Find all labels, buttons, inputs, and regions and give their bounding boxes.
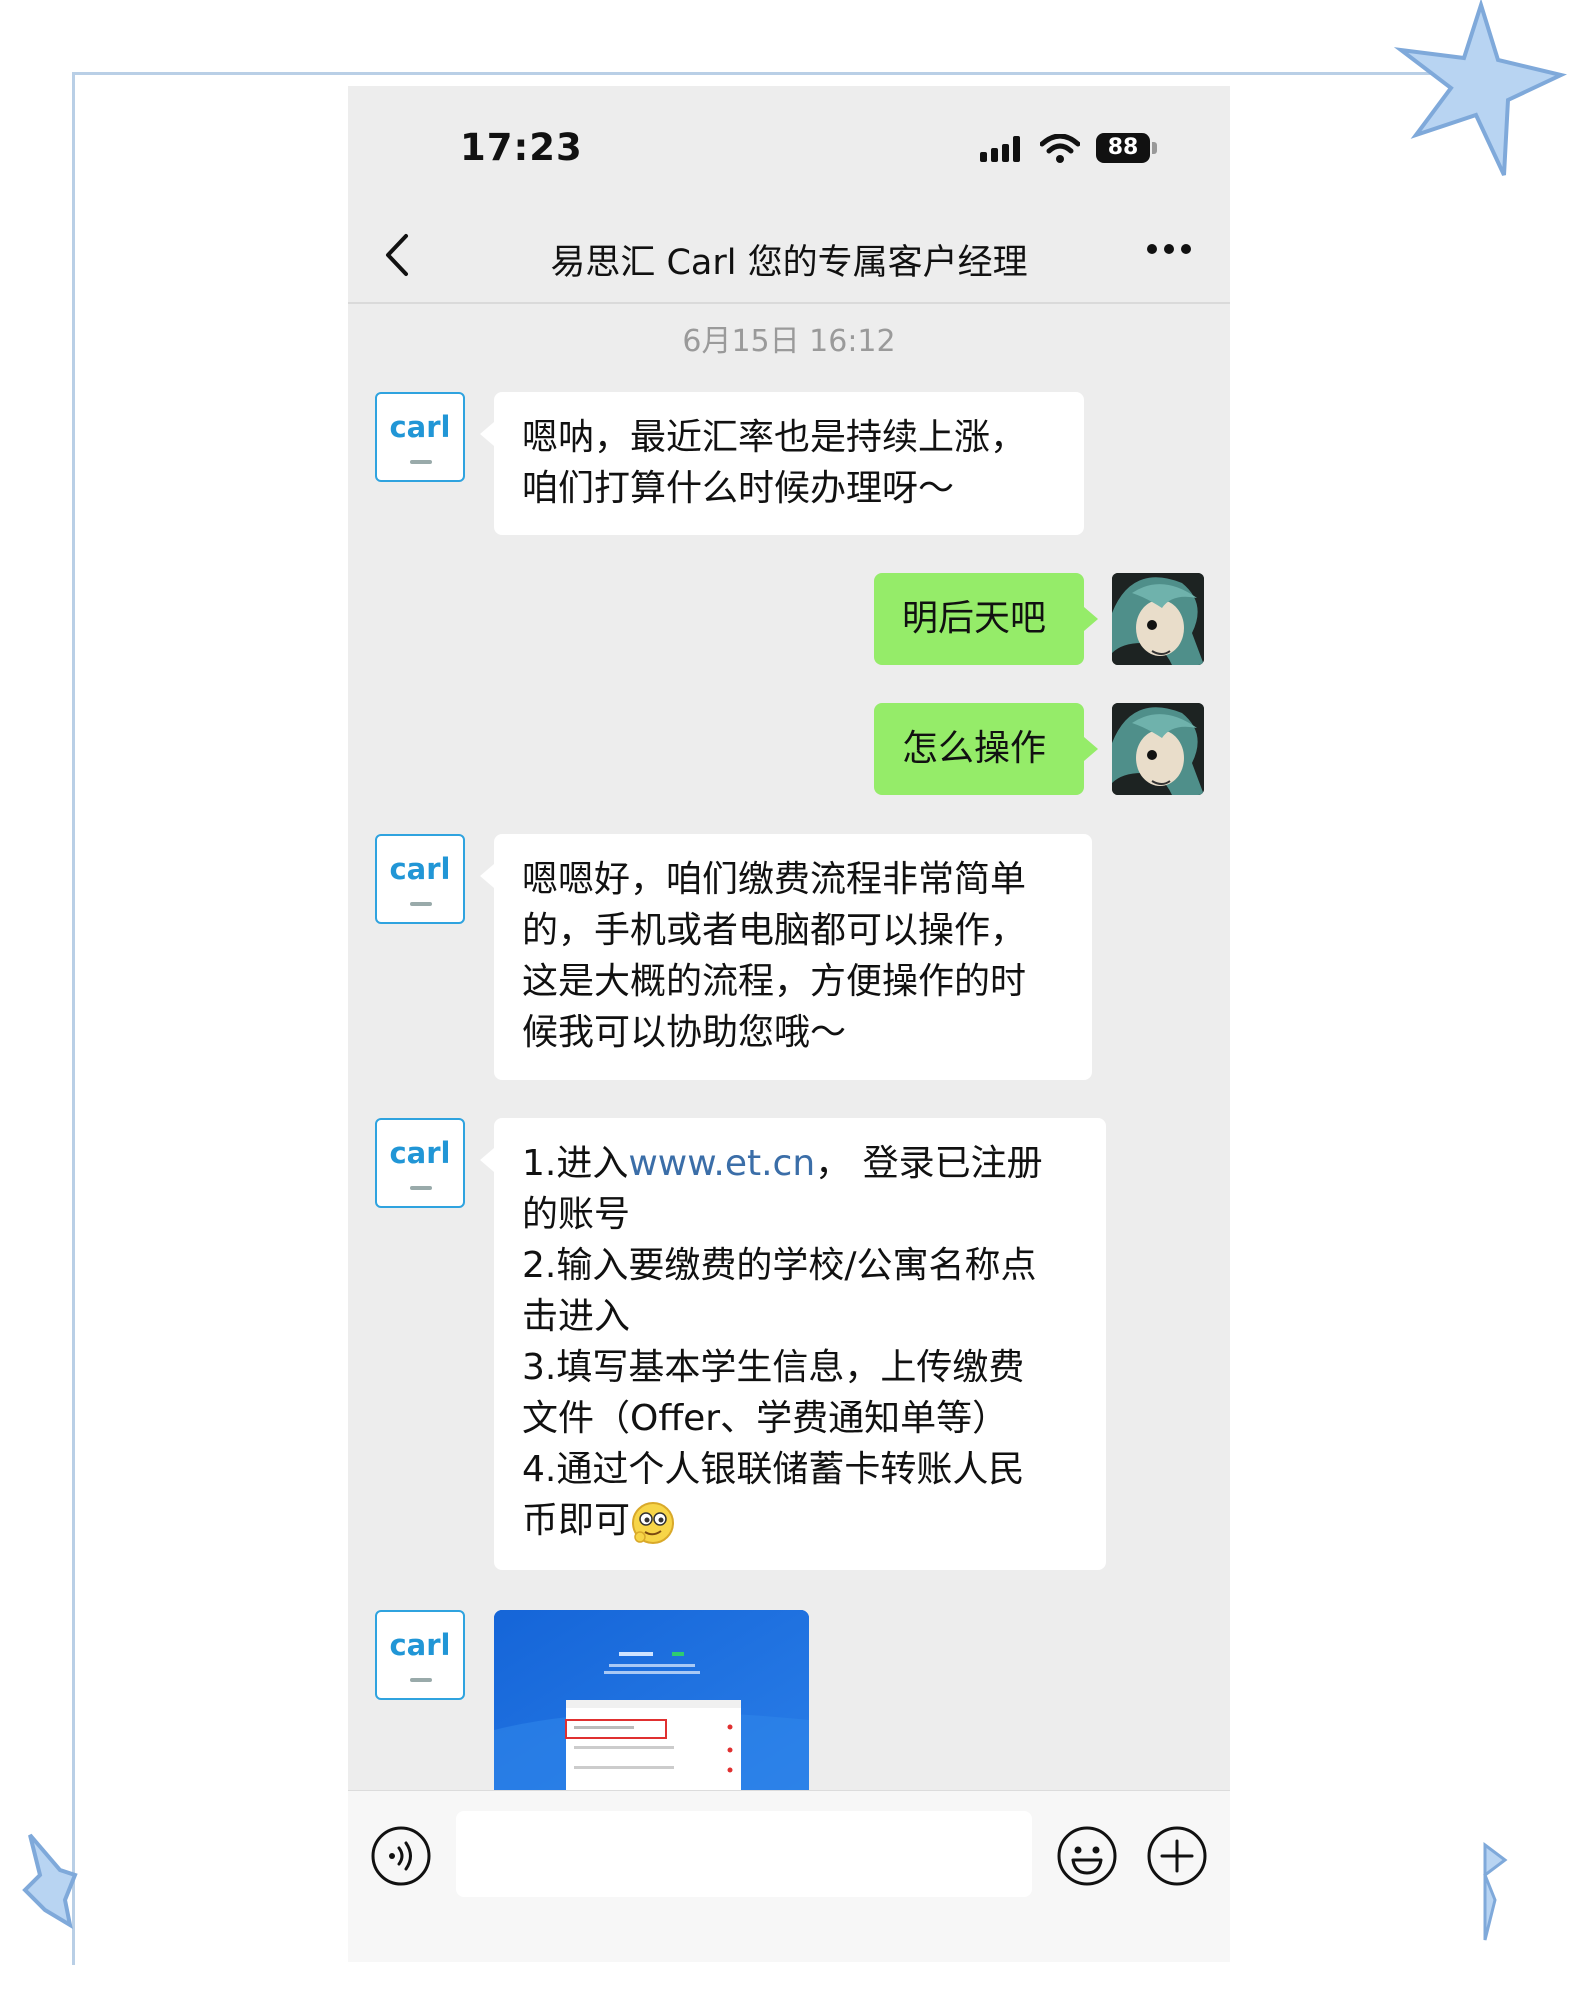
message-line: 击进入 bbox=[522, 1296, 631, 1337]
message-input[interactable] bbox=[456, 1811, 1032, 1897]
image-message[interactable] bbox=[494, 1610, 809, 1800]
message-text: 怎么操作 bbox=[902, 728, 1047, 769]
message-line: 币即可 bbox=[522, 1495, 1078, 1546]
message-line: 1.进入www.et.cn， 登录已注册 bbox=[522, 1138, 1078, 1189]
star-decoration-icon bbox=[1393, 0, 1568, 176]
avatar-logo-text: carl bbox=[389, 1628, 451, 1662]
incoming-message[interactable]: 1.进入www.et.cn， 登录已注册 的账号 2.输入要缴费的学校/公寓名称… bbox=[480, 1118, 1106, 1570]
message-line: 这是大概的流程，方便操作的时 bbox=[522, 961, 1027, 1002]
outgoing-message[interactable]: 怎么操作 bbox=[874, 703, 1098, 795]
avatar-logo-text: carl bbox=[389, 410, 451, 444]
star-decoration-icon bbox=[1483, 1842, 1508, 1941]
user-avatar[interactable] bbox=[1112, 573, 1204, 665]
message-line: 候我可以协助您哦～ bbox=[522, 1012, 847, 1053]
input-toolbar bbox=[348, 1790, 1230, 1962]
star-decoration-icon bbox=[22, 1833, 78, 1930]
contact-avatar[interactable]: carl bbox=[375, 1610, 465, 1700]
message-text: ， 登录已注册 bbox=[815, 1143, 1043, 1184]
message-line: 3.填写基本学生信息，上传缴费 bbox=[522, 1347, 1025, 1388]
outgoing-message[interactable]: 明后天吧 bbox=[874, 573, 1098, 665]
status-time: 17:23 bbox=[460, 126, 583, 169]
message-line: 2.输入要缴费的学校/公寓名称点 bbox=[522, 1245, 1037, 1286]
message-line: 咱们打算什么时候办理呀～ bbox=[522, 468, 955, 509]
battery-indicator: 88 bbox=[1096, 133, 1150, 163]
status-bar: 17:23 88 bbox=[348, 86, 1230, 206]
signal-icon bbox=[980, 136, 1020, 162]
more-dots-icon[interactable] bbox=[1146, 242, 1192, 256]
website-link[interactable]: www.et.cn bbox=[628, 1143, 815, 1184]
battery-tip bbox=[1152, 142, 1157, 154]
avatar-logo-mark bbox=[410, 460, 432, 464]
user-avatar[interactable] bbox=[1112, 703, 1204, 795]
message-line: 文件（Offer、学费通知单等） bbox=[522, 1398, 1009, 1439]
smirk-emoji-icon bbox=[632, 1502, 675, 1544]
incoming-message[interactable]: 嗯嗯好，咱们缴费流程非常简单 的，手机或者电脑都可以操作， 这是大概的流程，方便… bbox=[480, 834, 1092, 1080]
message-line: 的，手机或者电脑都可以操作， bbox=[522, 910, 1027, 951]
voice-icon[interactable] bbox=[370, 1825, 432, 1887]
avatar-logo-mark bbox=[410, 902, 432, 906]
incoming-message[interactable]: 嗯呐，最近汇率也是持续上涨， 咱们打算什么时候办理呀～ bbox=[480, 392, 1084, 535]
chat-screen: 17:23 88 易思汇 Carl 您的专属客户经理 6月15日 16:12 c… bbox=[348, 86, 1230, 1962]
contact-avatar[interactable]: carl bbox=[375, 1118, 465, 1208]
contact-avatar[interactable]: carl bbox=[375, 834, 465, 924]
wifi-icon bbox=[1040, 134, 1080, 163]
message-line: 的账号 bbox=[522, 1194, 631, 1235]
avatar-logo-mark bbox=[410, 1186, 432, 1190]
screenshot-thumbnail-image bbox=[494, 1610, 809, 1800]
avatar-logo-mark bbox=[410, 1678, 432, 1682]
chat-header: 易思汇 Carl 您的专属客户经理 bbox=[348, 206, 1230, 304]
message-line: 4.通过个人银联储蓄卡转账人民 bbox=[522, 1449, 1025, 1490]
message-text: 币即可 bbox=[522, 1500, 631, 1541]
message-text: 明后天吧 bbox=[902, 598, 1047, 639]
message-line: 嗯呐，最近汇率也是持续上涨， bbox=[522, 417, 1027, 458]
avatar-logo-text: carl bbox=[389, 852, 451, 886]
contact-avatar[interactable]: carl bbox=[375, 392, 465, 482]
avatar-logo-text: carl bbox=[389, 1136, 451, 1170]
emoji-icon[interactable] bbox=[1056, 1825, 1118, 1887]
message-text: 1.进入 bbox=[522, 1143, 629, 1184]
user-avatar-image bbox=[1112, 703, 1204, 795]
message-timestamp: 6月15日 16:12 bbox=[682, 324, 896, 359]
user-avatar-image bbox=[1112, 573, 1204, 665]
chat-title: 易思汇 Carl 您的专属客户经理 bbox=[550, 243, 1028, 283]
plus-icon[interactable] bbox=[1146, 1825, 1208, 1887]
message-line: 嗯嗯好，咱们缴费流程非常简单 bbox=[522, 859, 1027, 900]
